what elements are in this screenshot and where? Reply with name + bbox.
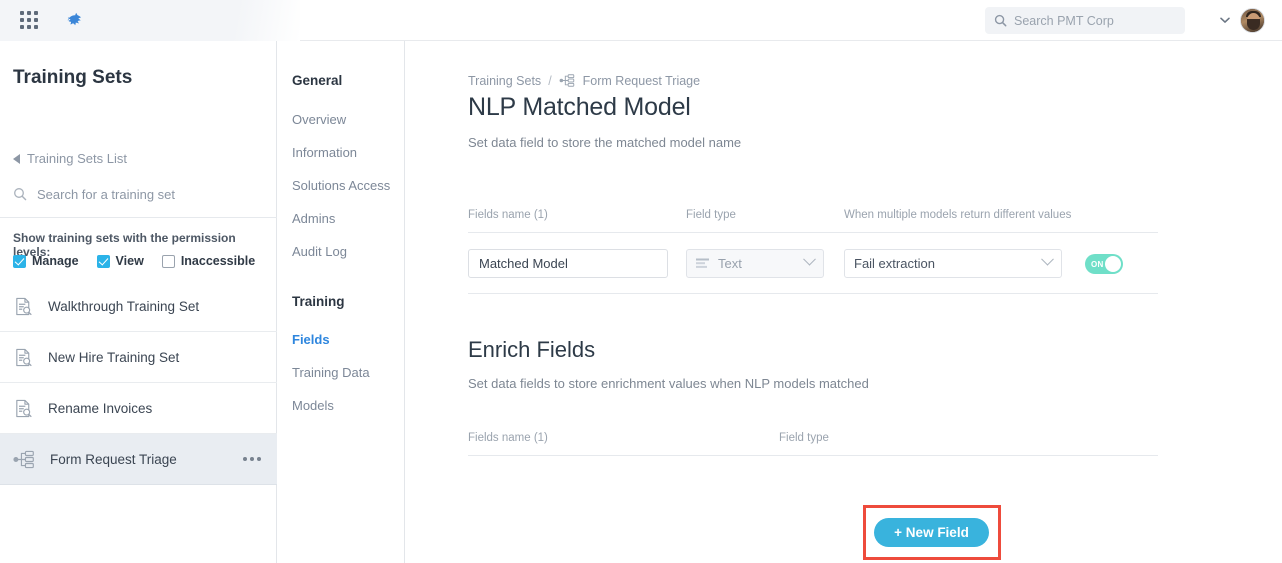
training-set-search-input[interactable] bbox=[37, 187, 252, 202]
permission-checkbox-view[interactable]: View bbox=[97, 254, 144, 268]
back-link-label: Training Sets List bbox=[27, 151, 127, 166]
training-sets-sidebar: Training Sets Training Sets List Show tr… bbox=[0, 41, 277, 563]
multi-model-behavior-dropdown[interactable]: Fail extraction bbox=[844, 249, 1062, 278]
list-item[interactable]: Rename Invoices bbox=[0, 383, 277, 434]
apps-grid-icon[interactable] bbox=[18, 9, 40, 31]
toggle-knob bbox=[1105, 256, 1121, 272]
page-title: Training Sets bbox=[13, 67, 132, 89]
chevron-down-icon bbox=[803, 253, 816, 266]
breadcrumb-training-sets[interactable]: Training Sets bbox=[468, 74, 541, 88]
nlp-header-multi-model: When multiple models return different va… bbox=[844, 209, 1144, 221]
nav-item-overview[interactable]: Overview bbox=[292, 113, 346, 126]
search-input[interactable] bbox=[1014, 14, 1174, 28]
add-new-field-button[interactable]: + New Field bbox=[874, 518, 989, 547]
multi-model-value: Fail extraction bbox=[854, 256, 935, 271]
document-search-icon bbox=[13, 398, 34, 419]
brand-title: Enterprise Components bbox=[95, 11, 284, 30]
nlp-section-subtitle: Set data field to store the matched mode… bbox=[468, 135, 741, 150]
nav-item-fields[interactable]: Fields bbox=[292, 333, 330, 346]
enrich-section-title: Enrich Fields bbox=[468, 337, 595, 363]
list-item-label: Walkthrough Training Set bbox=[48, 299, 199, 314]
nav-item-admins[interactable]: Admins bbox=[292, 212, 335, 225]
sidebar-divider bbox=[0, 217, 277, 218]
toggle-state-label: ON bbox=[1091, 260, 1104, 269]
nav-item-solutions-access[interactable]: Solutions Access bbox=[292, 179, 390, 192]
triage-branch-icon bbox=[559, 73, 576, 88]
nlp-table-top-divider bbox=[468, 232, 1158, 233]
list-item-label: New Hire Training Set bbox=[48, 350, 179, 365]
field-type-dropdown[interactable]: Text bbox=[686, 249, 824, 278]
nlp-section-title: NLP Matched Model bbox=[468, 93, 691, 122]
back-to-training-sets-list[interactable]: Training Sets List bbox=[13, 151, 127, 166]
field-name-input[interactable] bbox=[468, 249, 668, 278]
chevron-down-icon bbox=[1041, 253, 1054, 266]
search-icon bbox=[13, 187, 27, 201]
global-search[interactable] bbox=[985, 7, 1185, 34]
nav-item-training-data[interactable]: Training Data bbox=[292, 366, 370, 379]
avatar[interactable] bbox=[1240, 8, 1265, 33]
permission-checkbox-manage[interactable]: Manage bbox=[13, 254, 79, 268]
document-search-icon bbox=[13, 296, 34, 317]
nav-group-training: Training bbox=[292, 294, 345, 309]
checkbox-checked-icon bbox=[13, 255, 26, 268]
back-arrow-icon bbox=[13, 154, 20, 164]
text-lines-icon bbox=[696, 258, 710, 270]
nav-item-information[interactable]: Information bbox=[292, 146, 357, 159]
breadcrumb-current: Form Request Triage bbox=[583, 74, 700, 88]
permission-filter-group: Manage View Inaccessible bbox=[13, 254, 273, 268]
main-content: Training Sets / Form Request Triage NLP … bbox=[406, 41, 1282, 563]
training-set-search[interactable] bbox=[13, 181, 265, 207]
permission-checkbox-inaccessible[interactable]: Inaccessible bbox=[162, 254, 255, 268]
search-icon bbox=[994, 14, 1007, 27]
checkbox-unchecked-icon bbox=[162, 255, 175, 268]
top-app-bar: Enterprise Components bbox=[0, 0, 1282, 41]
document-search-icon bbox=[13, 347, 34, 368]
nav-item-audit-log[interactable]: Audit Log bbox=[292, 245, 347, 258]
enrich-table-divider bbox=[468, 455, 1158, 456]
nav-group-general: General bbox=[292, 73, 342, 88]
nav-item-models[interactable]: Models bbox=[292, 399, 334, 412]
field-type-value: Text bbox=[718, 256, 742, 271]
permission-label-view: View bbox=[116, 254, 144, 268]
enrich-header-fields-name: Fields name (1) bbox=[468, 432, 668, 444]
triage-branch-icon bbox=[13, 449, 36, 470]
nlp-header-fields-name: Fields name (1) bbox=[468, 209, 668, 221]
nlp-table-bottom-divider bbox=[468, 293, 1158, 294]
permission-label-manage: Manage bbox=[32, 254, 79, 268]
chevron-down-icon[interactable] bbox=[1218, 13, 1232, 27]
training-sets-list: Walkthrough Training Set New Hire Traini… bbox=[0, 281, 277, 485]
nlp-header-field-type: Field type bbox=[686, 209, 826, 221]
list-item-label: Form Request Triage bbox=[50, 452, 177, 467]
list-item-label: Rename Invoices bbox=[48, 401, 152, 416]
brand-bird-logo bbox=[63, 9, 85, 31]
permission-label-inaccessible: Inaccessible bbox=[181, 254, 255, 268]
list-item[interactable]: Walkthrough Training Set bbox=[0, 281, 277, 332]
overflow-menu-icon[interactable] bbox=[243, 457, 261, 461]
enrich-section-subtitle: Set data fields to store enrichment valu… bbox=[468, 376, 869, 391]
breadcrumb: Training Sets / Form Request Triage bbox=[468, 73, 700, 88]
sidebar-item-form-request-triage[interactable]: Form Request Triage bbox=[0, 434, 277, 485]
settings-nav: General Overview Information Solutions A… bbox=[278, 41, 405, 563]
list-item[interactable]: New Hire Training Set bbox=[0, 332, 277, 383]
field-enabled-toggle[interactable]: ON bbox=[1085, 254, 1123, 274]
checkbox-checked-icon bbox=[97, 255, 110, 268]
breadcrumb-separator: / bbox=[548, 74, 551, 88]
enrich-header-field-type: Field type bbox=[779, 432, 939, 444]
